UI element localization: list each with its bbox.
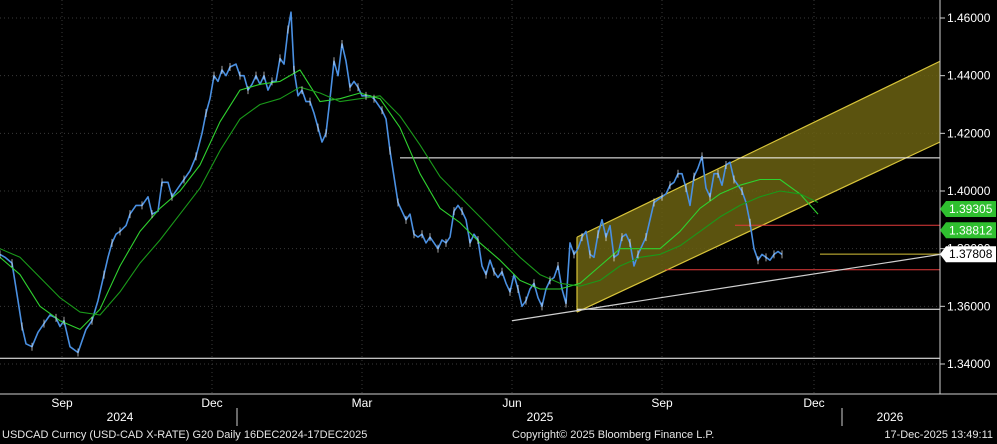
security-description: USDCAD Curncy (USD-CAD X-RATE) G20 Daily… xyxy=(2,429,368,441)
y-tick-label: 1.46000 xyxy=(947,11,991,25)
plot-area xyxy=(0,0,997,426)
y-tick-label: 1.36000 xyxy=(947,299,991,313)
usdcad-chart: 1.340001.360001.380001.400001.420001.440… xyxy=(0,0,997,426)
plot-background xyxy=(0,0,997,426)
x-month-label: Dec xyxy=(803,396,824,410)
x-year-label: 2026 xyxy=(877,410,904,424)
x-month-label: Dec xyxy=(201,396,222,410)
x-month-label: Mar xyxy=(352,396,373,410)
y-tick-label: 1.34000 xyxy=(947,357,991,371)
x-month-label: Jun xyxy=(502,396,521,410)
price-label: 1.39305 xyxy=(949,202,993,216)
y-tick-label: 1.44000 xyxy=(947,69,991,83)
copyright-notice: Copyright© 2025 Bloomberg Finance L.P. xyxy=(512,429,715,441)
price-label: 1.38812 xyxy=(949,223,993,237)
y-tick-label: 1.40000 xyxy=(947,184,991,198)
price-label: 1.37808 xyxy=(949,247,993,261)
x-year-label: 2024 xyxy=(107,410,134,424)
x-month-label: Sep xyxy=(51,396,73,410)
x-year-label: 2025 xyxy=(527,410,554,424)
y-tick-label: 1.42000 xyxy=(947,126,991,140)
x-month-label: Sep xyxy=(651,396,673,410)
timestamp: 17-Dec-2025 13:49:11 xyxy=(884,429,993,441)
chart-footer: USDCAD Curncy (USD-CAD X-RATE) G20 Daily… xyxy=(0,426,997,444)
